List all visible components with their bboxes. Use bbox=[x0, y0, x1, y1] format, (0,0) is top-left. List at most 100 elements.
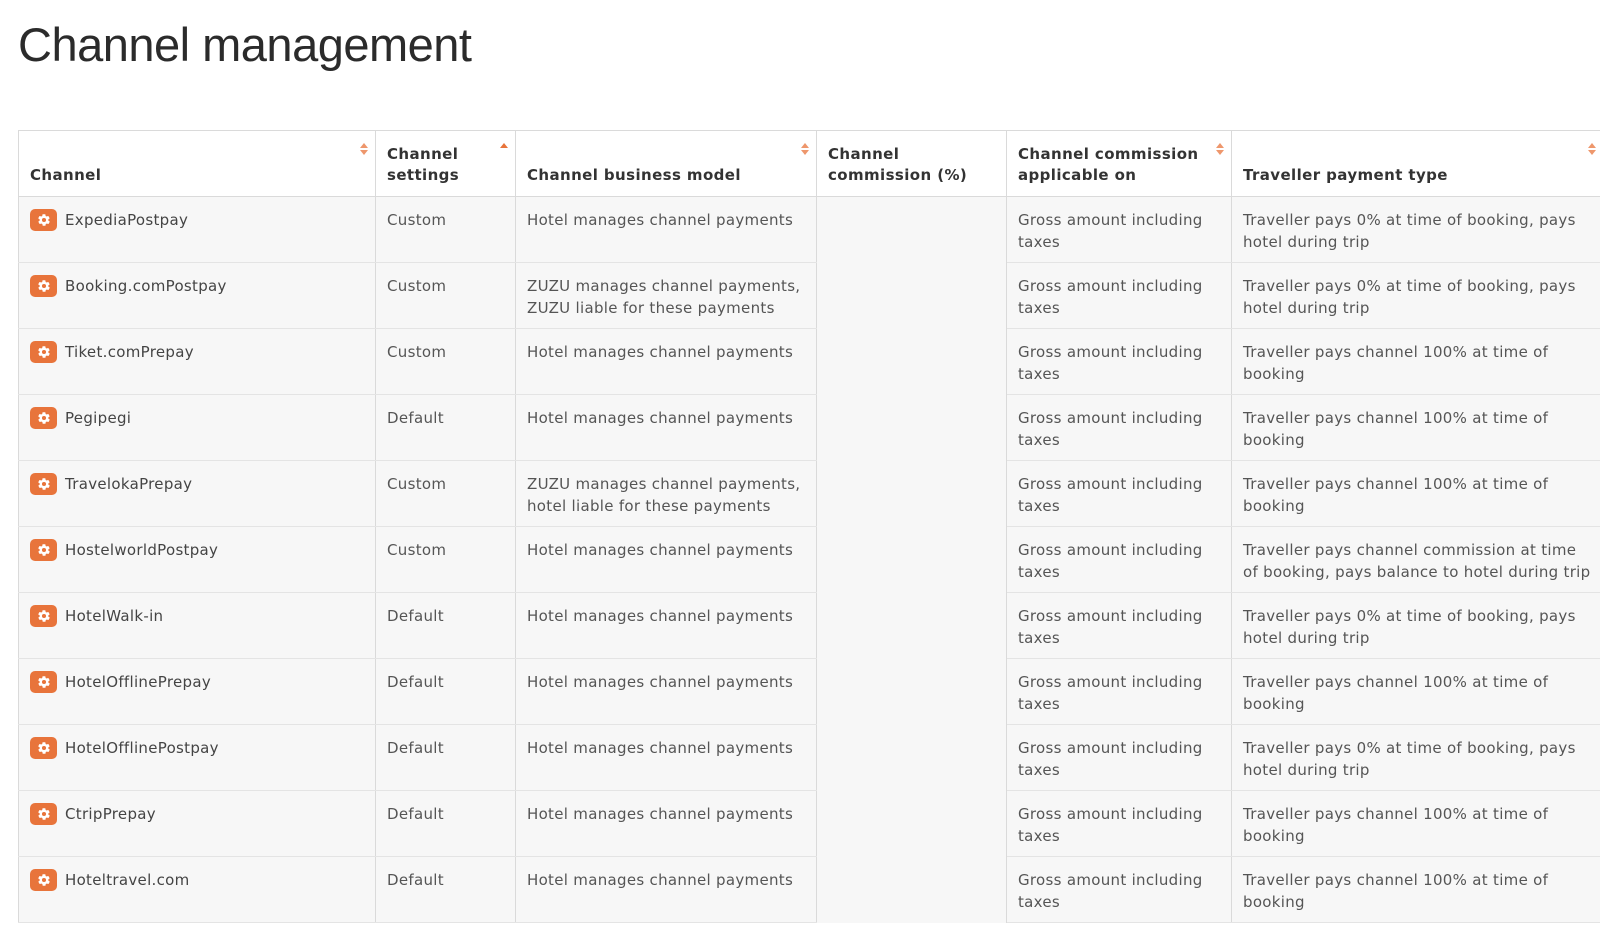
cell-commission bbox=[816, 262, 1007, 329]
column-header-label: Channel settings bbox=[387, 145, 460, 184]
cell-commission-applicable-on: Gross amount including taxes bbox=[1006, 460, 1232, 527]
cell-channel-settings: Custom bbox=[375, 262, 516, 329]
channel-name[interactable]: ExpediaPostpay bbox=[65, 209, 188, 231]
channel-name[interactable]: HotelOfflinePostpay bbox=[65, 737, 219, 759]
gear-icon[interactable] bbox=[30, 803, 57, 825]
cell-channel: HotelOfflinePostpay bbox=[18, 724, 376, 791]
table-row: Booking.comPostpay Custom ZUZU manages cha… bbox=[18, 262, 1600, 329]
channel-name[interactable]: Pegipegi bbox=[65, 407, 131, 429]
channel-cell: ExpediaPostpay bbox=[30, 209, 364, 231]
cell-commission-applicable-on: Gross amount including taxes bbox=[1006, 856, 1232, 923]
cell-business-model: ZUZU manages channel payments, ZUZU liab… bbox=[515, 262, 817, 329]
table-row: HotelOfflinePrepay Default Hotel manages c… bbox=[18, 658, 1600, 725]
gear-icon[interactable] bbox=[30, 407, 57, 429]
cell-channel-settings: Default bbox=[375, 856, 516, 923]
gear-icon[interactable] bbox=[30, 737, 57, 759]
sort-icon[interactable] bbox=[1215, 143, 1224, 157]
cell-channel-settings: Default bbox=[375, 790, 516, 857]
cell-payment-type: Traveller pays channel 100% at time of b… bbox=[1231, 328, 1600, 395]
cell-business-model: Hotel manages channel payments bbox=[515, 724, 817, 791]
table-row: HostelworldPostpay Custom Hotel manages ch… bbox=[18, 526, 1600, 593]
cell-commission-applicable-on: Gross amount including taxes bbox=[1006, 658, 1232, 725]
page-title: Channel management bbox=[18, 18, 472, 71]
cell-channel-settings: Default bbox=[375, 658, 516, 725]
channel-name[interactable]: Tiket.comPrepay bbox=[65, 341, 194, 363]
table-row: Tiket.comPrepay Custom Hotel manages chann… bbox=[18, 328, 1600, 395]
table-row: HotelOfflinePostpay Default Hotel manages … bbox=[18, 724, 1600, 791]
cell-channel: CtripPrepay bbox=[18, 790, 376, 857]
column-header-commission: Channel commission (%) bbox=[816, 130, 1007, 197]
cell-commission bbox=[816, 856, 1007, 923]
cell-payment-type: Traveller pays channel 100% at time of b… bbox=[1231, 790, 1600, 857]
cell-payment-type: Traveller pays channel 100% at time of b… bbox=[1231, 856, 1600, 923]
column-header-channel[interactable]: Channel bbox=[18, 130, 376, 197]
cell-commission-applicable-on: Gross amount including taxes bbox=[1006, 592, 1232, 659]
column-header-label: Channel commission applicable on bbox=[1018, 145, 1199, 184]
table-row: TravelokaPrepay Custom ZUZU manages channe… bbox=[18, 460, 1600, 527]
column-header-business-model[interactable]: Channel business model bbox=[515, 130, 817, 197]
gear-icon[interactable] bbox=[30, 539, 57, 561]
channel-name[interactable]: HotelOfflinePrepay bbox=[65, 671, 211, 693]
column-header-payment-type[interactable]: Traveller payment type bbox=[1231, 130, 1600, 197]
cell-commission-applicable-on: Gross amount including taxes bbox=[1006, 790, 1232, 857]
column-header-channel-settings[interactable]: Channel settings bbox=[375, 130, 516, 197]
channel-name[interactable]: HostelworldPostpay bbox=[65, 539, 218, 561]
cell-payment-type: Traveller pays channel 100% at time of b… bbox=[1231, 460, 1600, 527]
gear-icon[interactable] bbox=[30, 869, 57, 891]
column-header-label: Channel commission (%) bbox=[828, 145, 968, 184]
channel-name[interactable]: CtripPrepay bbox=[65, 803, 156, 825]
cell-channel-settings: Custom bbox=[375, 526, 516, 593]
cell-commission bbox=[816, 592, 1007, 659]
channel-cell: Tiket.comPrepay bbox=[30, 341, 364, 363]
cell-channel-settings: Default bbox=[375, 592, 516, 659]
cell-channel: TravelokaPrepay bbox=[18, 460, 376, 527]
cell-business-model: Hotel manages channel payments bbox=[515, 856, 817, 923]
gear-icon[interactable] bbox=[30, 341, 57, 363]
gear-icon[interactable] bbox=[30, 671, 57, 693]
cell-channel: Hoteltravel.com bbox=[18, 856, 376, 923]
channel-name[interactable]: HotelWalk-in bbox=[65, 605, 163, 627]
cell-channel: HotelOfflinePrepay bbox=[18, 658, 376, 725]
channel-name[interactable]: TravelokaPrepay bbox=[65, 473, 192, 495]
sort-ascending-icon[interactable] bbox=[499, 143, 508, 157]
cell-channel-settings: Custom bbox=[375, 460, 516, 527]
cell-channel: Tiket.comPrepay bbox=[18, 328, 376, 395]
cell-channel: HostelworldPostpay bbox=[18, 526, 376, 593]
channel-name[interactable]: Hoteltravel.com bbox=[65, 869, 190, 891]
cell-commission bbox=[816, 328, 1007, 395]
cell-commission-applicable-on: Gross amount including taxes bbox=[1006, 196, 1232, 263]
channel-cell: CtripPrepay bbox=[30, 803, 364, 825]
column-header-commission-applicable-on[interactable]: Channel commission applicable on bbox=[1006, 130, 1232, 197]
cell-business-model: Hotel manages channel payments bbox=[515, 526, 817, 593]
gear-icon[interactable] bbox=[30, 605, 57, 627]
channel-name[interactable]: Booking.comPostpay bbox=[65, 275, 227, 297]
gear-icon[interactable] bbox=[30, 275, 57, 297]
cell-channel-settings: Default bbox=[375, 394, 516, 461]
cell-business-model: Hotel manages channel payments bbox=[515, 658, 817, 725]
cell-payment-type: Traveller pays channel 100% at time of b… bbox=[1231, 394, 1600, 461]
table-body: ExpediaPostpay Custom Hotel manages channe… bbox=[18, 196, 1600, 923]
sort-icon[interactable] bbox=[800, 143, 809, 157]
cell-channel-settings: Custom bbox=[375, 328, 516, 395]
cell-commission bbox=[816, 394, 1007, 461]
cell-commission bbox=[816, 526, 1007, 593]
sort-icon[interactable] bbox=[359, 143, 368, 157]
cell-channel: HotelWalk-in bbox=[18, 592, 376, 659]
sort-icon[interactable] bbox=[1587, 143, 1596, 157]
cell-business-model: Hotel manages channel payments bbox=[515, 592, 817, 659]
cell-business-model: Hotel manages channel payments bbox=[515, 196, 817, 263]
table-row: ExpediaPostpay Custom Hotel manages channe… bbox=[18, 196, 1600, 263]
gear-icon[interactable] bbox=[30, 473, 57, 495]
cell-business-model: Hotel manages channel payments bbox=[515, 394, 817, 461]
cell-commission bbox=[816, 196, 1007, 263]
cell-business-model: Hotel manages channel payments bbox=[515, 790, 817, 857]
cell-business-model: ZUZU manages channel payments, hotel lia… bbox=[515, 460, 817, 527]
gear-icon[interactable] bbox=[30, 209, 57, 231]
cell-commission bbox=[816, 724, 1007, 791]
channel-table-container[interactable]: Channel Channel settings Channel busines… bbox=[18, 130, 1600, 937]
channel-cell: HotelOfflinePostpay bbox=[30, 737, 364, 759]
cell-commission-applicable-on: Gross amount including taxes bbox=[1006, 328, 1232, 395]
cell-business-model: Hotel manages channel payments bbox=[515, 328, 817, 395]
column-header-label: Channel bbox=[30, 166, 102, 184]
cell-channel: Pegipegi bbox=[18, 394, 376, 461]
